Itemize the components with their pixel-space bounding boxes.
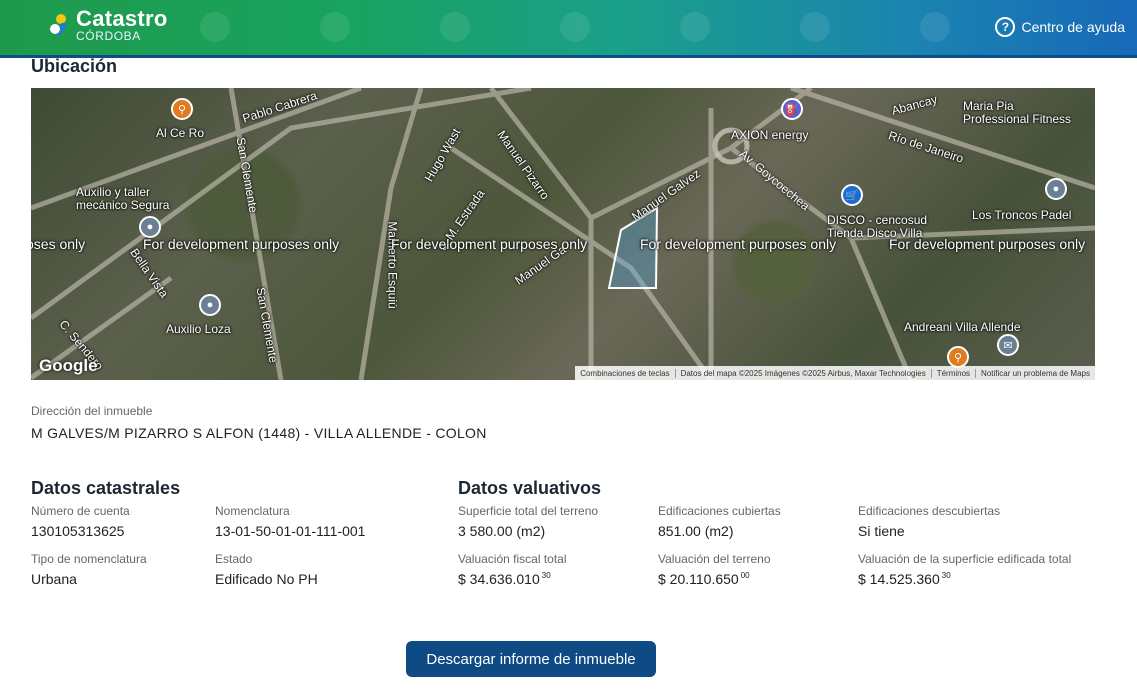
dev-watermark: For development purposes only	[889, 236, 1086, 252]
amount: $ 14.525.360	[858, 571, 940, 587]
catastro-logo[interactable]: Catastro CÓRDOBA	[48, 8, 168, 42]
covered-buildings-field: Edificaciones cubiertas 851.00 (m2)	[658, 504, 781, 539]
help-center-link[interactable]: ? Centro de ayuda	[995, 17, 1125, 37]
header-decoration	[560, 12, 590, 42]
keyboard-shortcuts-link[interactable]: Combinaciones de teclas	[575, 369, 674, 378]
header-decoration	[200, 12, 230, 42]
field-label: Edificaciones descubiertas	[858, 504, 1001, 518]
nomenclature-type-field: Tipo de nomenclatura Urbana	[31, 552, 147, 587]
field-value: 851.00 (m2)	[658, 523, 734, 539]
field-value: $ 34.636.010 30	[458, 571, 567, 587]
dev-watermark: For development purposes only	[143, 236, 340, 252]
field-value: 3 580.00 (m2)	[458, 523, 546, 539]
land-valuation-field: Valuación del terreno $ 20.110.650 00	[658, 552, 771, 587]
nomenclature-field: Nomenclatura 13-01-50-01-01-111-001	[215, 504, 365, 539]
logo-title: Catastro	[76, 6, 168, 31]
field-value: 13-01-50-01-01-111-001	[215, 523, 366, 539]
header-underline	[0, 55, 1137, 58]
header-decoration	[800, 12, 830, 42]
field-value: Urbana	[31, 571, 77, 587]
field-label: Estado	[215, 552, 253, 566]
field-label: Nomenclatura	[215, 504, 290, 518]
map-label: Auxilio Loza	[166, 322, 231, 336]
map-label: Los Troncos Padel	[972, 208, 1072, 222]
dev-watermark: oses only	[31, 236, 86, 252]
map-label: Maria Pia Professional Fitness	[963, 99, 1072, 126]
field-label: Valuación del terreno	[658, 552, 771, 566]
map-label: Andreani Villa Allende	[904, 320, 1021, 334]
map-label: AXION energy	[731, 128, 809, 142]
terms-link[interactable]: Términos	[930, 368, 975, 378]
account-number-field: Número de cuenta 130105313625	[31, 504, 130, 539]
fiscal-valuation-field: Valuación fiscal total $ 34.636.010 30	[458, 552, 567, 587]
gas-station-pin-icon[interactable]: ⛽	[781, 98, 803, 120]
google-logo: Google	[39, 356, 98, 375]
help-center-label: Centro de ayuda	[1021, 19, 1125, 35]
location-map[interactable]: Pablo Cabrera Al Ce Ro San Clemente Hugo…	[31, 88, 1095, 380]
field-label: Tipo de nomenclatura	[31, 552, 147, 566]
map-label: Auxilio y taller mecánico Segura	[76, 185, 170, 212]
field-value: Edificado No PH	[215, 571, 318, 587]
header-decoration	[440, 12, 470, 42]
download-report-button[interactable]: Descargar informe de inmueble	[406, 641, 656, 677]
address-value: M GALVES/M PIZARRO S ALFON (1448) - VILL…	[31, 425, 487, 441]
built-area-valuation-field: Valuación de la superficie edificada tot…	[858, 552, 1071, 587]
amount: $ 20.110.650	[658, 571, 739, 587]
map-label: Mamerto Esquiú	[385, 221, 400, 309]
header-decoration	[680, 12, 710, 42]
mail-pin-icon[interactable]: ✉	[997, 334, 1019, 356]
field-label: Número de cuenta	[31, 504, 130, 518]
logo-mark-icon	[48, 10, 70, 40]
field-label: Valuación de la superficie edificada tot…	[858, 552, 1072, 566]
place-pin-icon[interactable]: ●	[1045, 178, 1067, 200]
map-label: Al Ce Ro	[156, 126, 205, 140]
field-label: Edificaciones cubiertas	[658, 504, 781, 518]
address-label: Dirección del inmueble	[31, 404, 153, 418]
service-pin-icon[interactable]: ●	[139, 216, 161, 238]
status-field: Estado Edificado No PH	[215, 552, 318, 587]
header-decoration	[920, 12, 950, 42]
service-pin-icon[interactable]: ●	[199, 294, 221, 316]
amount-cents: 30	[541, 571, 551, 581]
restaurant-pin-icon[interactable]: ⚲	[947, 346, 969, 368]
amount: $ 34.636.010	[458, 571, 540, 587]
shopping-pin-icon[interactable]: 🛒	[841, 184, 863, 206]
map-data-credit: Datos del mapa ©2025 Imágenes ©2025 Airb…	[674, 368, 931, 378]
field-value: $ 20.110.650 00	[658, 571, 771, 587]
valuation-title: Datos valuativos	[458, 478, 602, 498]
field-value: Si tiene	[858, 523, 905, 539]
field-value: 130105313625	[31, 523, 125, 539]
restaurant-pin-icon[interactable]: ⚲	[171, 98, 193, 120]
question-circle-icon: ?	[995, 17, 1016, 37]
field-label: Valuación fiscal total	[458, 552, 567, 566]
map-attribution: Combinaciones de teclas Datos del mapa ©…	[575, 366, 1095, 380]
dev-watermark: For development purposes only	[391, 236, 588, 252]
logo-subtitle: CÓRDOBA	[76, 29, 141, 43]
amount-cents: 30	[941, 571, 951, 581]
road	[589, 88, 813, 221]
top-header: Catastro CÓRDOBA ? Centro de ayuda	[0, 0, 1137, 58]
location-title: Ubicación	[31, 56, 118, 76]
total-land-area-field: Superficie total del terreno 3 580.00 (m…	[458, 504, 598, 539]
report-problem-link[interactable]: Notificar un problema de Maps	[975, 368, 1095, 378]
field-label: Superficie total del terreno	[458, 504, 599, 518]
dev-watermark: For development purposes only	[640, 236, 837, 252]
road	[729, 146, 914, 380]
field-value: $ 14.525.360 30	[858, 571, 1071, 587]
header-decoration	[320, 12, 350, 42]
amount-cents: 00	[740, 571, 750, 581]
uncovered-buildings-field: Edificaciones descubiertas Si tiene	[858, 504, 1000, 539]
catastral-title: Datos catastrales	[31, 478, 181, 498]
